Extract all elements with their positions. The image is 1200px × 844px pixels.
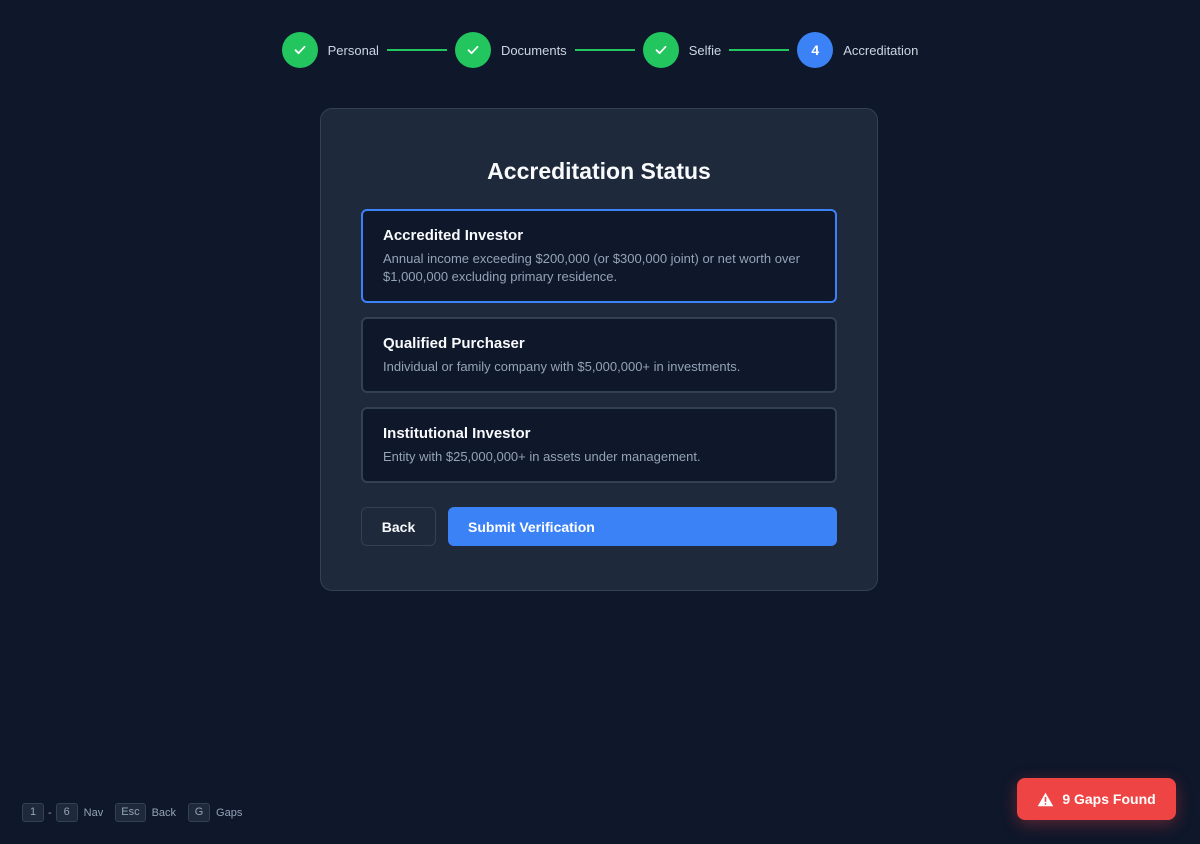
checkmark-icon: [467, 45, 479, 55]
shortcut-label: Nav: [83, 806, 104, 819]
step-selfie-check: [642, 32, 679, 68]
submit-verification-button[interactable]: Submit Verification: [448, 507, 837, 546]
keyboard-shortcuts: 1 - 6 Nav Esc Back G Gaps: [22, 803, 250, 822]
warning-icon: [1037, 792, 1054, 807]
checkmark-icon: [294, 45, 306, 55]
step-connector: [574, 49, 635, 51]
option-institutional-investor[interactable]: Institutional Investor Entity with $25,0…: [361, 407, 837, 483]
accreditation-options: Accredited Investor Annual income exceed…: [361, 209, 837, 483]
shortcut-label: Back: [151, 806, 177, 819]
gaps-found-button[interactable]: 9 Gaps Found: [1017, 778, 1176, 820]
step-number: 4: [797, 32, 834, 68]
step-documents-check: [454, 32, 491, 68]
step-personal-check: [281, 32, 318, 68]
accreditation-card: Accreditation Status Accredited Investor…: [320, 108, 878, 591]
step-documents[interactable]: Documents: [454, 32, 567, 68]
checkmark-icon: [655, 45, 667, 55]
shortcut-key: G: [188, 803, 211, 822]
option-description: Annual income exceeding $200,000 (or $30…: [383, 251, 800, 284]
step-personal[interactable]: Personal: [281, 32, 379, 68]
option-title: Accredited Investor: [383, 227, 524, 244]
step-connector: [386, 49, 447, 51]
progress-stepper: Personal Documents Selfie 4 Accreditatio…: [0, 32, 1200, 68]
option-title: Qualified Purchaser: [383, 335, 525, 352]
step-selfie[interactable]: Selfie: [642, 32, 722, 68]
page-title: Accreditation Status: [487, 158, 711, 184]
shortcut-key: 6: [55, 803, 78, 822]
shortcut-label: Gaps: [216, 806, 243, 819]
shortcut-key: 1: [22, 803, 44, 822]
form-actions: Back Submit Verification: [361, 507, 837, 546]
step-label: Accreditation: [843, 42, 919, 58]
shortcut-separator: -: [48, 806, 52, 819]
back-button[interactable]: Back: [361, 507, 436, 546]
gaps-found-label: 9 Gaps Found: [1062, 791, 1156, 807]
step-label: Personal: [327, 42, 379, 58]
option-description: Entity with $25,000,000+ in assets under…: [383, 449, 701, 464]
step-connector: [729, 49, 790, 51]
step-accreditation[interactable]: 4 Accreditation: [797, 32, 918, 68]
option-accredited-investor[interactable]: Accredited Investor Annual income exceed…: [361, 209, 837, 303]
step-label: Documents: [500, 42, 567, 58]
option-description: Individual or family company with $5,000…: [383, 359, 741, 374]
step-label: Selfie: [688, 42, 722, 58]
shortcut-key: Esc: [115, 803, 146, 822]
option-qualified-purchaser[interactable]: Qualified Purchaser Individual or family…: [361, 317, 837, 393]
option-title: Institutional Investor: [383, 425, 531, 442]
